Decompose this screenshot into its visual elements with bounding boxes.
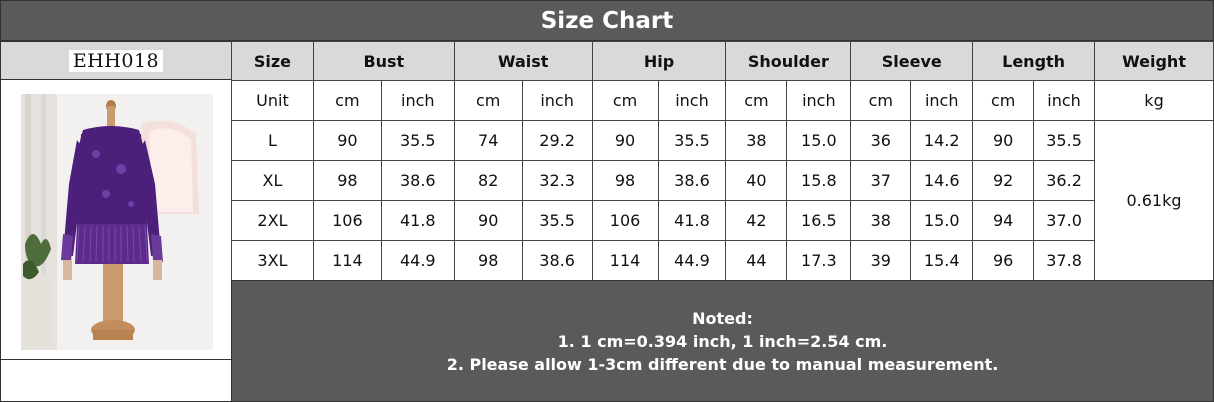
product-code-cell: EHH018 xyxy=(0,41,232,80)
value-cell: 14.2 xyxy=(910,120,974,161)
size-cell: 2XL xyxy=(231,200,314,241)
value-cell: 35.5 xyxy=(657,120,727,161)
weight-cell: 0.61kg xyxy=(1094,120,1214,281)
unit-cell: cm xyxy=(453,80,523,121)
unit-cell: cm xyxy=(591,80,659,121)
size-chart-sheet: Size Chart EHH018 Size Bust Waist Hip Sh… xyxy=(0,0,1214,402)
notes-line: 1. 1 cm=0.394 inch, 1 inch=2.54 cm. xyxy=(557,331,888,351)
value-cell: 38.6 xyxy=(521,240,593,281)
unit-cell: inch xyxy=(380,80,455,121)
size-cell: 3XL xyxy=(231,240,314,281)
value-cell: 38.6 xyxy=(380,160,455,201)
value-cell: 90 xyxy=(591,120,659,161)
header-shoulder: Shoulder xyxy=(725,41,852,81)
unit-cell: cm xyxy=(972,80,1035,121)
value-cell: 37 xyxy=(850,160,912,201)
value-cell: 15.8 xyxy=(786,160,852,201)
unit-cell: inch xyxy=(1033,80,1096,121)
unit-cell: kg xyxy=(1094,80,1214,121)
value-cell: 82 xyxy=(453,160,523,201)
header-size: Size xyxy=(231,41,314,81)
header-weight: Weight xyxy=(1094,41,1214,81)
value-cell: 35.5 xyxy=(521,200,593,241)
value-cell: 38.6 xyxy=(657,160,727,201)
value-cell: 44 xyxy=(725,240,788,281)
value-cell: 39 xyxy=(850,240,912,281)
header-row: Size Bust Waist Hip Shoulder Sleeve Leng… xyxy=(231,41,1214,81)
table-row: XL 98 38.6 82 32.3 98 38.6 40 15.8 37 14… xyxy=(231,160,1214,201)
size-table: Size Bust Waist Hip Shoulder Sleeve Leng… xyxy=(231,41,1214,281)
unit-cell: Unit xyxy=(231,80,314,121)
value-cell: 41.8 xyxy=(657,200,727,241)
value-cell: 40 xyxy=(725,160,788,201)
chart-title: Size Chart xyxy=(0,0,1214,41)
table-row: L 90 35.5 74 29.2 90 35.5 38 15.0 36 14.… xyxy=(231,120,1214,281)
notes-line: 2. Please allow 1-3cm different due to m… xyxy=(446,354,999,374)
value-cell: 74 xyxy=(453,120,523,161)
unit-cell: inch xyxy=(786,80,852,121)
header-bust: Bust xyxy=(312,41,455,81)
value-cell: 16.5 xyxy=(786,200,852,241)
value-cell: 37.0 xyxy=(1033,200,1096,241)
value-cell: 92 xyxy=(972,160,1035,201)
value-cell: 90 xyxy=(453,200,523,241)
value-cell: 44.9 xyxy=(657,240,727,281)
value-cell: 36.2 xyxy=(1033,160,1096,201)
value-cell: 37.8 xyxy=(1033,240,1096,281)
size-cell: XL xyxy=(231,160,314,201)
unit-cell: inch xyxy=(910,80,974,121)
unit-row: Unit cm inch cm inch cm inch cm inch cm … xyxy=(231,80,1214,121)
value-cell: 15.0 xyxy=(786,120,852,161)
value-cell: 98 xyxy=(312,160,382,201)
value-cell: 98 xyxy=(453,240,523,281)
empty-cell xyxy=(0,360,232,402)
table-row: 3XL 114 44.9 98 38.6 114 44.9 44 17.3 39… xyxy=(231,240,1214,281)
unit-cell: inch xyxy=(521,80,593,121)
header-sleeve: Sleeve xyxy=(850,41,974,81)
value-cell: 114 xyxy=(312,240,382,281)
notes-box: Noted: 1. 1 cm=0.394 inch, 1 inch=2.54 c… xyxy=(231,280,1214,402)
value-cell: 94 xyxy=(972,200,1035,241)
value-cell: 15.4 xyxy=(910,240,974,281)
value-cell: 32.3 xyxy=(521,160,593,201)
value-cell: 106 xyxy=(591,200,659,241)
product-photo xyxy=(21,94,213,350)
unit-cell: inch xyxy=(657,80,727,121)
value-cell: 35.5 xyxy=(380,120,455,161)
product-photo-cell xyxy=(0,80,232,360)
value-cell: 42 xyxy=(725,200,788,241)
size-cell: L xyxy=(231,120,314,161)
value-cell: 38 xyxy=(850,200,912,241)
product-code: EHH018 xyxy=(68,49,164,72)
notes-heading: Noted: xyxy=(692,308,753,328)
value-cell: 29.2 xyxy=(521,120,593,161)
value-cell: 98 xyxy=(591,160,659,201)
value-cell: 90 xyxy=(312,120,382,161)
header-waist: Waist xyxy=(453,41,593,81)
value-cell: 44.9 xyxy=(380,240,455,281)
header-hip: Hip xyxy=(591,41,727,81)
header-length: Length xyxy=(972,41,1096,81)
value-cell: 90 xyxy=(972,120,1035,161)
value-cell: 41.8 xyxy=(380,200,455,241)
unit-cell: cm xyxy=(312,80,382,121)
value-cell: 35.5 xyxy=(1033,120,1096,161)
value-cell: 96 xyxy=(972,240,1035,281)
value-cell: 38 xyxy=(725,120,788,161)
value-cell: 106 xyxy=(312,200,382,241)
value-cell: 36 xyxy=(850,120,912,161)
unit-cell: cm xyxy=(850,80,912,121)
unit-cell: cm xyxy=(725,80,788,121)
value-cell: 15.0 xyxy=(910,200,974,241)
value-cell: 114 xyxy=(591,240,659,281)
value-cell: 14.6 xyxy=(910,160,974,201)
value-cell: 17.3 xyxy=(786,240,852,281)
table-row: 2XL 106 41.8 90 35.5 106 41.8 42 16.5 38… xyxy=(231,200,1214,241)
